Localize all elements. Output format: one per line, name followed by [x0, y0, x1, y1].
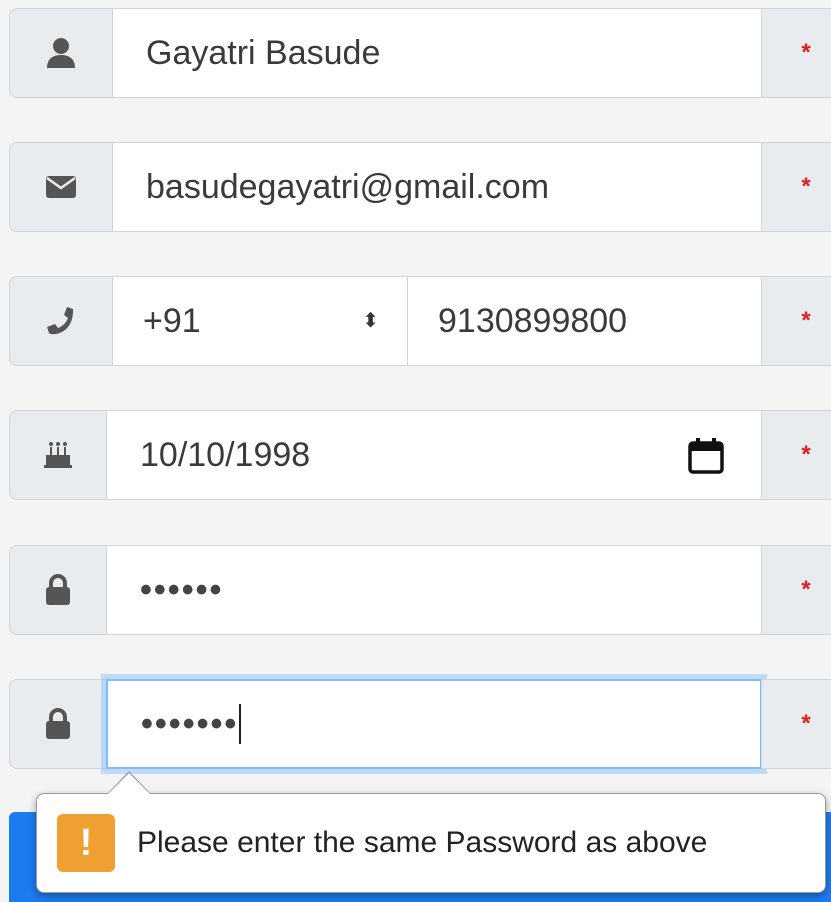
required-indicator: *: [761, 679, 831, 769]
confirm-password-field[interactable]: •••••••: [106, 679, 762, 769]
required-indicator: *: [761, 276, 831, 366]
validation-message: Please enter the same Password as above: [137, 826, 708, 859]
required-indicator: *: [761, 8, 831, 98]
phone-input-group: +91 ⬍ 9130899800 *: [9, 276, 831, 368]
phone-icon: [9, 276, 113, 366]
birthday-cake-icon: [9, 410, 107, 500]
calendar-icon[interactable]: [687, 437, 725, 484]
password-field[interactable]: ••••••: [106, 545, 762, 635]
user-icon: [9, 8, 113, 98]
dob-input-group: 10/10/1998 *: [9, 410, 831, 502]
phone-number-field[interactable]: 9130899800: [407, 276, 762, 366]
confirm-password-input-group: ••••••• *: [9, 679, 831, 771]
required-indicator: *: [761, 545, 831, 635]
text-cursor: [239, 704, 242, 744]
email-field[interactable]: basudegayatri@gmail.com: [112, 142, 762, 232]
required-indicator: *: [761, 142, 831, 232]
select-arrows-icon: ⬍: [362, 310, 379, 332]
warning-icon: !: [57, 814, 115, 872]
envelope-icon: [9, 142, 113, 232]
country-code-select[interactable]: +91 ⬍: [112, 276, 408, 366]
required-indicator: *: [761, 410, 831, 500]
name-field[interactable]: Gayatri Basude: [112, 8, 762, 98]
name-input-group: Gayatri Basude *: [9, 8, 831, 100]
email-input-group: basudegayatri@gmail.com *: [9, 142, 831, 234]
validation-tooltip: ! Please enter the same Password as abov…: [36, 771, 826, 893]
dob-date-field[interactable]: 10/10/1998: [106, 410, 762, 500]
lock-icon: [9, 545, 107, 635]
lock-icon: [9, 679, 107, 769]
password-input-group: •••••• *: [9, 545, 831, 637]
